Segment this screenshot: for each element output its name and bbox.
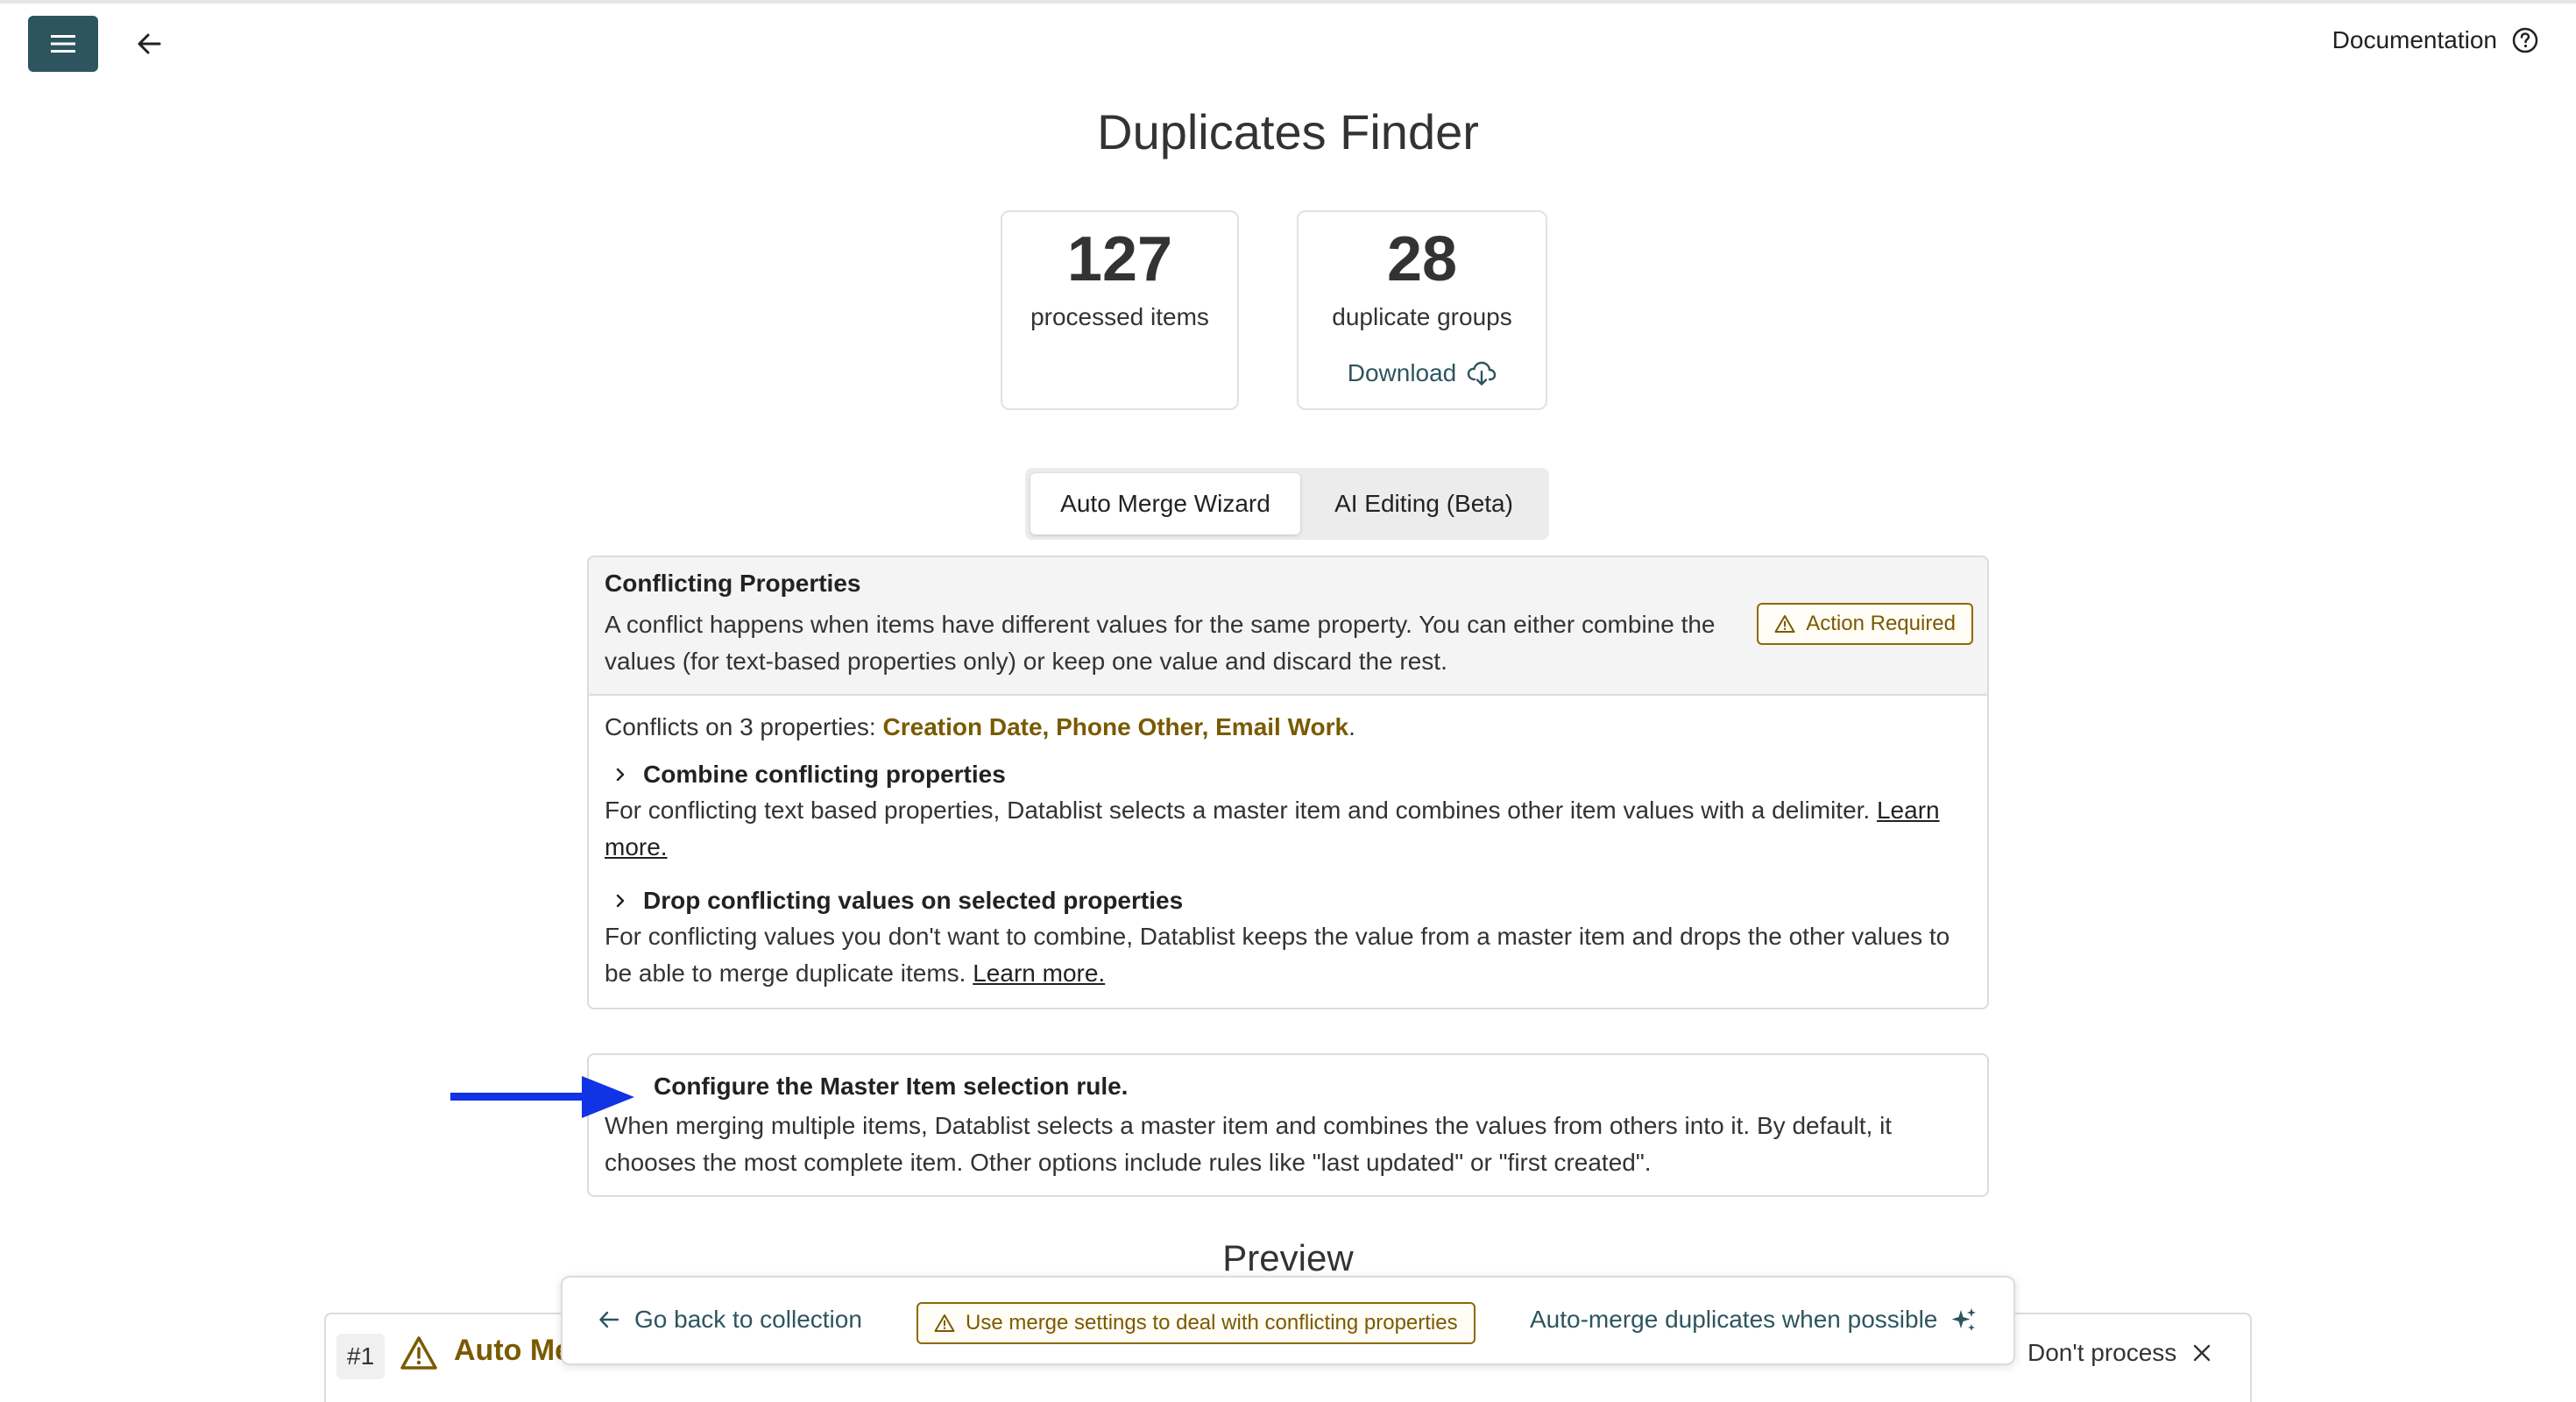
go-back-button[interactable]: Go back to collection bbox=[598, 1306, 862, 1334]
annotation-arrow-icon bbox=[450, 1076, 634, 1118]
tab-auto-merge-wizard[interactable]: Auto Merge Wizard bbox=[1030, 473, 1300, 535]
conflicting-properties-header: Conflicting Properties A conflict happen… bbox=[589, 557, 1987, 696]
arrow-left-icon bbox=[599, 1311, 619, 1328]
conflicts-summary-suffix: . bbox=[1348, 713, 1355, 740]
go-back-label: Go back to collection bbox=[634, 1306, 862, 1333]
drop-description: For conflicting values you don't want to… bbox=[605, 923, 1950, 987]
action-bar: Go back to collection Use merge settings… bbox=[561, 1276, 2015, 1365]
drop-title: Drop conflicting values on selected prop… bbox=[643, 887, 1184, 914]
cloud-download-icon bbox=[1468, 361, 1497, 386]
menu-button[interactable] bbox=[28, 16, 98, 72]
hamburger-icon bbox=[51, 35, 75, 53]
processed-label: processed items bbox=[1030, 303, 1209, 330]
close-icon bbox=[2194, 1344, 2211, 1362]
combine-description: For conflicting text based properties, D… bbox=[605, 797, 1877, 824]
conflicts-summary-prefix: Conflicts on 3 properties: bbox=[605, 713, 883, 740]
master-item-description: When merging multiple items, Datablist s… bbox=[605, 1112, 1893, 1176]
chevron-right-icon bbox=[616, 768, 625, 782]
combine-toggle[interactable]: Combine conflicting properties bbox=[605, 761, 1971, 789]
drop-description-block: For conflicting values you don't want to… bbox=[605, 918, 1971, 992]
documentation-label: Documentation bbox=[2332, 26, 2497, 53]
row-number: #1 bbox=[336, 1334, 386, 1379]
combine-description-block: For conflicting text based properties, D… bbox=[605, 792, 1971, 866]
tab-ai-editing[interactable]: AI Editing (Beta) bbox=[1304, 473, 1544, 535]
preview-title: Preview bbox=[1222, 1237, 1354, 1278]
combine-title: Combine conflicting properties bbox=[643, 761, 1006, 788]
auto-merge-button[interactable]: Auto-merge duplicates when possible bbox=[1530, 1306, 1978, 1334]
action-required-label: Action Required bbox=[1806, 612, 1956, 635]
dont-process-button[interactable]: Don't process bbox=[2028, 1339, 2212, 1367]
merge-settings-button[interactable]: Use merge settings to deal with conflict… bbox=[916, 1302, 1476, 1344]
top-border bbox=[0, 0, 2576, 4]
conflicting-properties-panel: Conflicting Properties A conflict happen… bbox=[587, 556, 1989, 1009]
drop-learn-more-link[interactable]: Learn more. bbox=[973, 959, 1105, 987]
conflicting-property-names: Creation Date, Phone Other, Email Work bbox=[882, 713, 1349, 740]
sparkles-icon bbox=[1951, 1308, 1977, 1331]
master-item-panel: Configure the Master Item selection rule… bbox=[587, 1053, 1989, 1197]
drop-section: Drop conflicting values on selected prop… bbox=[605, 887, 1971, 992]
help-circle-icon bbox=[2512, 27, 2538, 53]
conflicts-summary: Conflicts on 3 properties: Creation Date… bbox=[605, 713, 1355, 741]
row-status-label: Auto Me bbox=[454, 1334, 572, 1367]
master-item-rule-toggle[interactable]: Configure the Master Item selection rule… bbox=[654, 1073, 1128, 1101]
mode-tabs: Auto Merge Wizard AI Editing (Beta) bbox=[1025, 468, 1549, 540]
duplicate-groups-card: 28 duplicate groups Download bbox=[1297, 210, 1547, 410]
documentation-link[interactable]: Documentation bbox=[2332, 26, 2539, 54]
warning-icon bbox=[1774, 615, 1795, 633]
download-button[interactable]: Download bbox=[1348, 359, 1497, 387]
processed-items-card: 127 processed items bbox=[1001, 210, 1239, 410]
conflicting-properties-title: Conflicting Properties bbox=[605, 570, 861, 597]
conflicting-properties-description: A conflict happens when items have diffe… bbox=[605, 611, 1716, 675]
back-button[interactable] bbox=[131, 26, 166, 61]
groups-count: 28 bbox=[1386, 224, 1458, 294]
page-title: Duplicates Finder bbox=[1097, 104, 1479, 159]
merge-settings-label: Use merge settings to deal with conflict… bbox=[966, 1311, 1458, 1335]
drop-toggle[interactable]: Drop conflicting values on selected prop… bbox=[605, 887, 1971, 915]
download-label: Download bbox=[1347, 359, 1457, 386]
warning-icon bbox=[934, 1314, 955, 1332]
warning-icon bbox=[400, 1336, 437, 1370]
dont-process-label: Don't process bbox=[2028, 1339, 2177, 1366]
processed-count: 127 bbox=[1066, 224, 1173, 294]
arrow-left-icon bbox=[138, 33, 161, 54]
combine-section: Combine conflicting properties For confl… bbox=[605, 761, 1971, 866]
groups-label: duplicate groups bbox=[1332, 303, 1512, 330]
action-required-badge: Action Required bbox=[1757, 603, 1973, 645]
chevron-right-icon bbox=[616, 894, 625, 908]
auto-merge-label: Auto-merge duplicates when possible bbox=[1530, 1306, 1938, 1333]
